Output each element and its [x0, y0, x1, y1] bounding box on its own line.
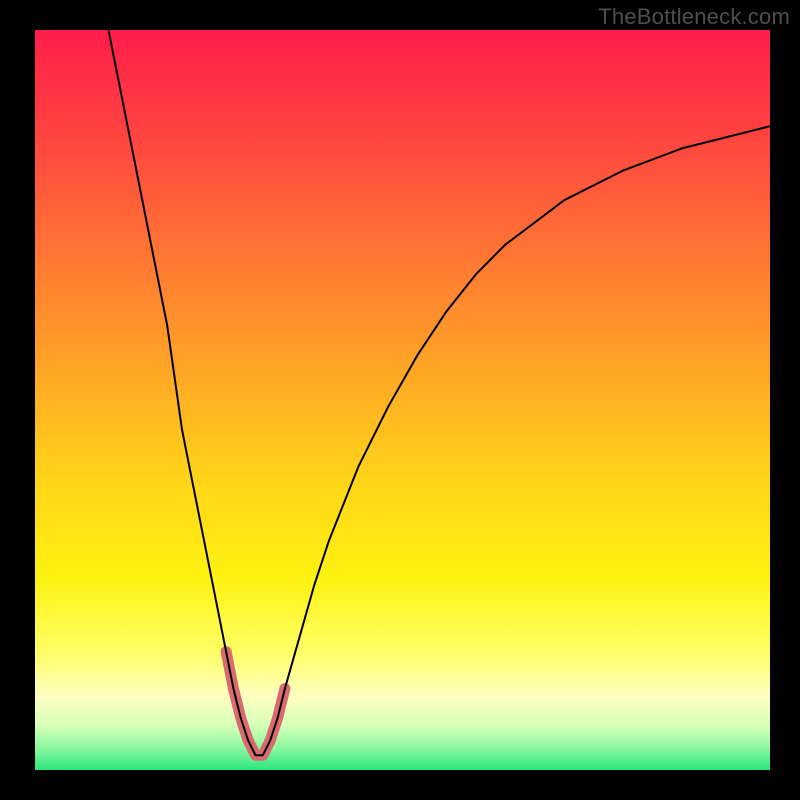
gradient-background	[35, 30, 770, 770]
bottleneck-chart	[0, 0, 800, 800]
chart-frame: TheBottleneck.com	[0, 0, 800, 800]
watermark-text: TheBottleneck.com	[598, 4, 790, 30]
